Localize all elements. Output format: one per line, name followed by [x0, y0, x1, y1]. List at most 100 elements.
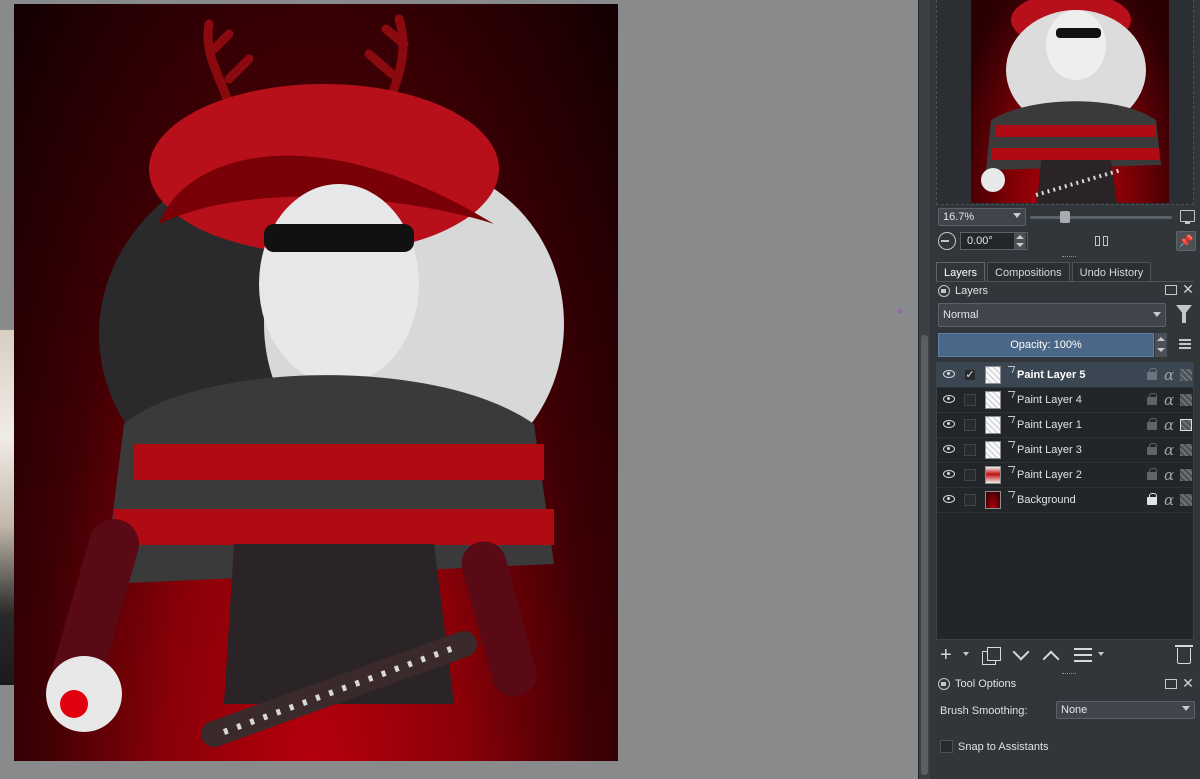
- splitter-grip[interactable]: [1062, 673, 1076, 676]
- mirror-view-icon[interactable]: [1095, 234, 1109, 248]
- inherit-alpha-icon[interactable]: [1180, 469, 1192, 481]
- reference-image-strip: [0, 330, 14, 685]
- tool-options-header: Tool Options: [938, 676, 1016, 692]
- inherit-alpha-icon[interactable]: [1180, 419, 1192, 431]
- eye-icon[interactable]: [943, 370, 955, 378]
- layer-name[interactable]: Paint Layer 4: [1017, 394, 1082, 406]
- lock-icon[interactable]: [1147, 468, 1157, 480]
- eye-icon[interactable]: [943, 470, 955, 478]
- layer-checkbox[interactable]: [964, 469, 976, 481]
- close-icon[interactable]: ✕: [1182, 282, 1194, 296]
- paint-layer-icon: [1005, 416, 1016, 423]
- lock-icon[interactable]: [1147, 418, 1157, 430]
- docker-lock-icon[interactable]: [938, 678, 950, 690]
- lock-icon[interactable]: [1147, 443, 1157, 455]
- brush-smoothing-select[interactable]: None: [1056, 701, 1195, 719]
- splitter-grip[interactable]: [1062, 256, 1076, 259]
- delete-layer-button[interactable]: [1175, 645, 1193, 664]
- brush-smoothing-value: None: [1061, 704, 1088, 716]
- layers-panel-title: Layers: [955, 285, 989, 297]
- layers-panel-header: Layers: [938, 283, 988, 299]
- blend-mode-select[interactable]: Normal: [938, 303, 1166, 327]
- layer-name[interactable]: Paint Layer 1: [1017, 419, 1082, 431]
- paint-layer-icon: [1005, 366, 1016, 373]
- add-layer-button[interactable]: +: [940, 645, 960, 667]
- paint-layer-icon: [1005, 391, 1016, 398]
- opacity-slider[interactable]: Opacity: 100%: [938, 333, 1154, 357]
- alpha-lock-icon[interactable]: α: [1164, 441, 1174, 459]
- tab-undo-history[interactable]: Undo History: [1071, 262, 1152, 282]
- alpha-lock-icon[interactable]: α: [1164, 416, 1174, 434]
- overview-thumbnail[interactable]: [971, 0, 1169, 203]
- canvas-vertical-scrollbar[interactable]: [918, 0, 930, 779]
- docker-lock-icon[interactable]: [938, 285, 950, 297]
- layer-menu-icon[interactable]: [1179, 339, 1191, 349]
- artwork-canvas[interactable]: [14, 4, 618, 761]
- lock-icon[interactable]: [1147, 493, 1157, 505]
- move-layer-up-button[interactable]: [1042, 650, 1060, 668]
- lock-icon[interactable]: [1147, 393, 1157, 405]
- alpha-lock-icon[interactable]: α: [1164, 391, 1174, 409]
- layer-checkbox[interactable]: [964, 394, 976, 406]
- brush-cursor: [898, 309, 902, 313]
- filter-icon[interactable]: [1176, 305, 1192, 323]
- eye-icon[interactable]: [943, 445, 955, 453]
- chevron-down-icon[interactable]: [963, 652, 969, 656]
- layer-checkbox[interactable]: [964, 494, 976, 506]
- chevron-down-icon[interactable]: [1098, 652, 1104, 656]
- layer-list[interactable]: ✓ Paint Layer 5 α Paint Layer 4 α Paint …: [936, 362, 1194, 640]
- inherit-alpha-icon[interactable]: [1180, 369, 1192, 381]
- duplicate-layer-button[interactable]: [982, 647, 1001, 665]
- layer-row[interactable]: Paint Layer 3 α: [937, 438, 1193, 463]
- layer-name[interactable]: Paint Layer 3: [1017, 444, 1082, 456]
- layer-row[interactable]: ✓ Paint Layer 5 α: [937, 363, 1193, 388]
- inherit-alpha-icon[interactable]: [1180, 444, 1192, 456]
- rotation-icon[interactable]: [938, 232, 956, 250]
- layer-name[interactable]: Paint Layer 5: [1017, 369, 1085, 381]
- chevron-down-icon: [1153, 312, 1161, 317]
- layer-checkbox[interactable]: [964, 419, 976, 431]
- layer-name[interactable]: Background: [1017, 494, 1076, 506]
- inherit-alpha-icon[interactable]: [1180, 394, 1192, 406]
- krita-window: 16.7% 0.00° 📌 Layers Compositions Undo H…: [0, 0, 1200, 779]
- eye-icon[interactable]: [943, 395, 955, 403]
- alpha-lock-icon[interactable]: α: [1164, 466, 1174, 484]
- layer-properties-button[interactable]: [1074, 648, 1092, 662]
- layer-row[interactable]: Paint Layer 4 α: [937, 388, 1193, 413]
- fit-to-screen-icon[interactable]: [1180, 210, 1195, 224]
- tab-layers[interactable]: Layers: [936, 262, 986, 282]
- right-docker: 16.7% 0.00° 📌 Layers Compositions Undo H…: [930, 0, 1200, 779]
- overview-panel[interactable]: [936, 0, 1194, 205]
- snap-to-assistants-checkbox[interactable]: [940, 740, 953, 753]
- paint-layer-icon: [1005, 491, 1016, 498]
- zoom-select[interactable]: 16.7%: [938, 208, 1026, 226]
- layer-row[interactable]: Background α: [937, 488, 1193, 513]
- inherit-alpha-icon[interactable]: [1180, 494, 1192, 506]
- float-docker-icon[interactable]: [1165, 285, 1177, 295]
- layer-thumbnail: [985, 416, 1001, 434]
- move-layer-down-button[interactable]: [1012, 643, 1030, 661]
- layer-row[interactable]: Paint Layer 1 α: [937, 413, 1193, 438]
- scrollbar-thumb[interactable]: [921, 335, 928, 775]
- layer-row[interactable]: Paint Layer 2 α: [937, 463, 1193, 488]
- close-icon[interactable]: ✕: [1182, 676, 1194, 690]
- tab-compositions[interactable]: Compositions: [987, 262, 1070, 282]
- eye-icon[interactable]: [943, 495, 955, 503]
- layer-name[interactable]: Paint Layer 2: [1017, 469, 1082, 481]
- tabs-divider: [936, 281, 1194, 282]
- zoom-slider-handle[interactable]: [1060, 211, 1070, 223]
- float-docker-icon[interactable]: [1165, 679, 1177, 689]
- alpha-lock-icon[interactable]: α: [1164, 491, 1174, 509]
- paint-layer-icon: [1005, 466, 1016, 473]
- zoom-slider[interactable]: [1030, 211, 1172, 223]
- pin-button[interactable]: 📌: [1176, 231, 1196, 251]
- layer-checkbox[interactable]: [964, 444, 976, 456]
- canvas-area[interactable]: [0, 0, 918, 779]
- rotation-spinner[interactable]: [1014, 233, 1026, 249]
- layer-checkbox[interactable]: ✓: [964, 369, 976, 381]
- opacity-spinner[interactable]: [1155, 333, 1167, 357]
- eye-icon[interactable]: [943, 420, 955, 428]
- alpha-lock-icon[interactable]: α: [1164, 366, 1174, 384]
- chevron-down-icon: [1013, 213, 1021, 218]
- lock-icon[interactable]: [1147, 368, 1157, 380]
